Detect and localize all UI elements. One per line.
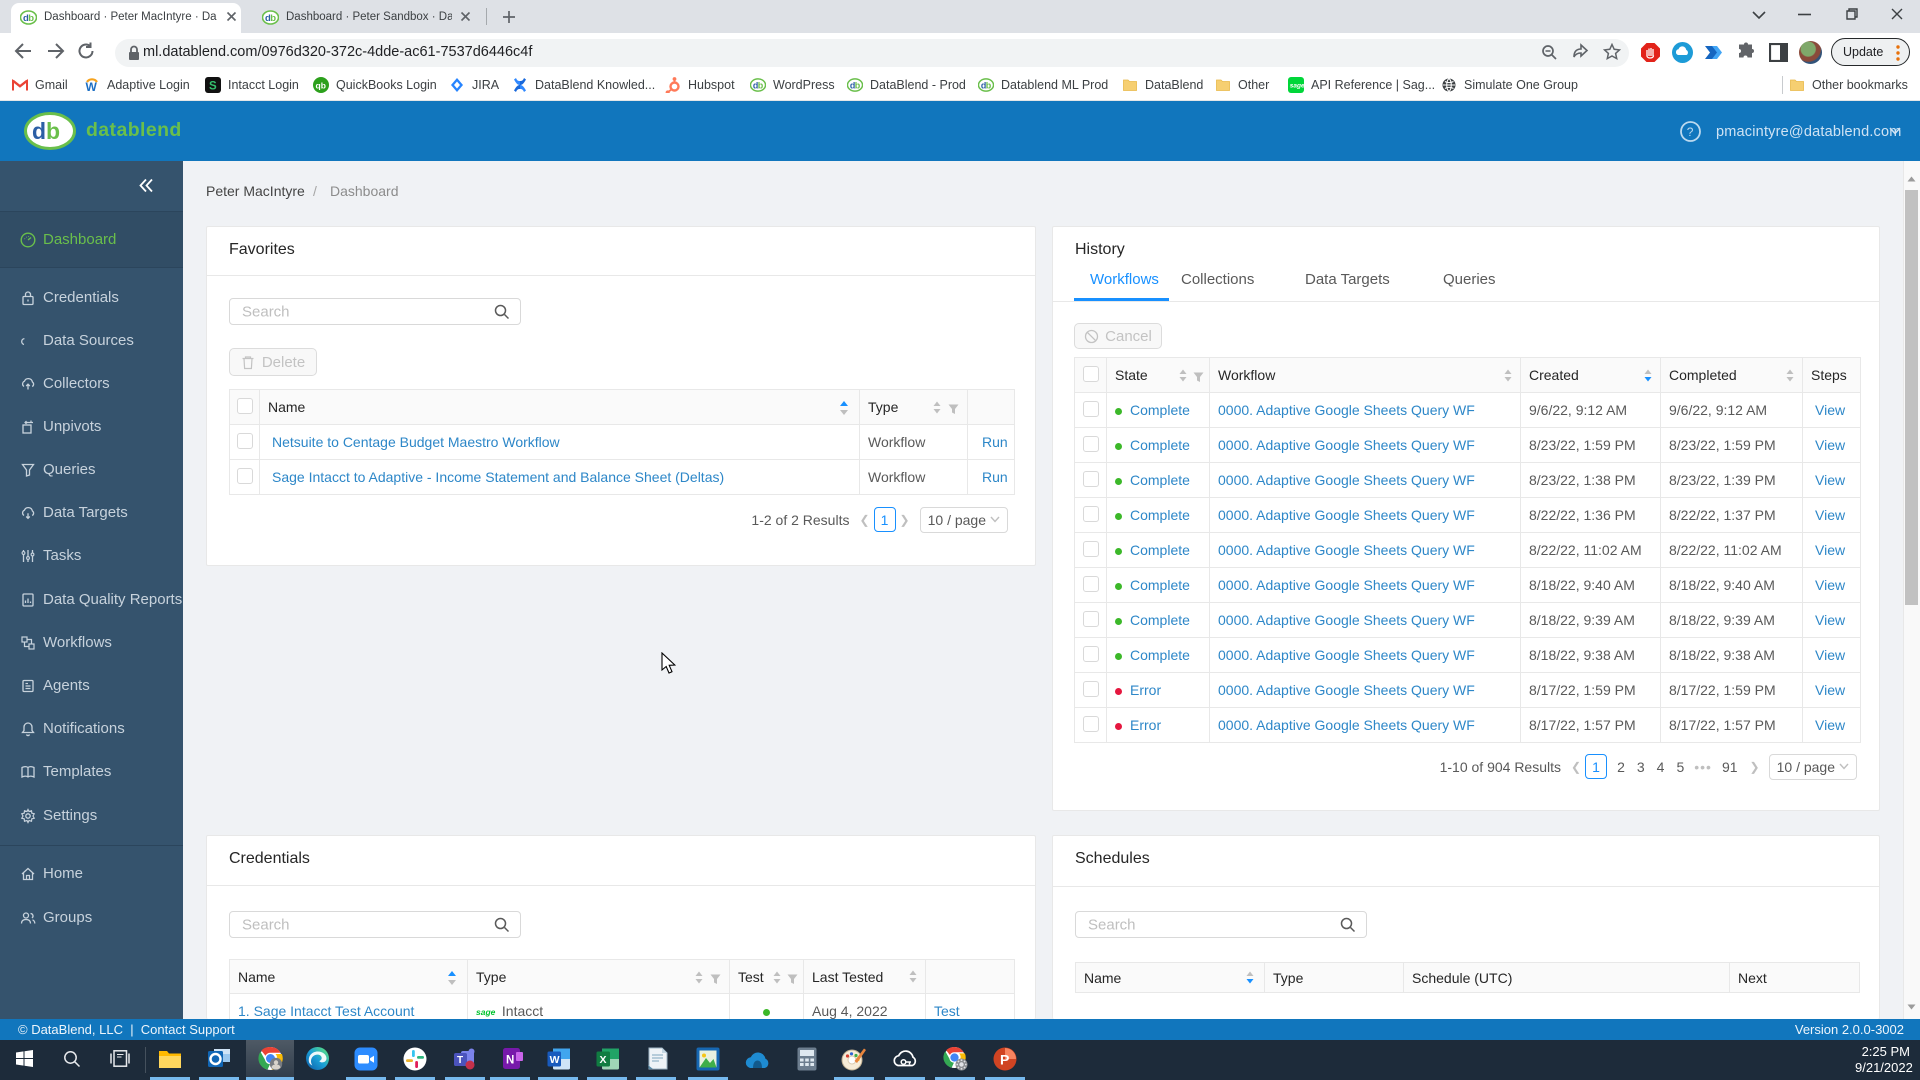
svg-text:W: W (550, 1053, 560, 1065)
svg-text:T: T (457, 1055, 463, 1066)
svg-text:sage: sage (1290, 83, 1304, 90)
svg-text:b: b (758, 80, 764, 90)
svg-text:X: X (600, 1053, 607, 1065)
svg-text:W: W (86, 80, 98, 93)
svg-text:b: b (270, 13, 276, 24)
svg-text:N: N (506, 1055, 514, 1067)
svg-text:d: d (32, 118, 46, 144)
svg-text:S: S (209, 81, 217, 93)
svg-text:qb: qb (316, 81, 326, 91)
svg-text:P: P (1000, 1051, 1009, 1067)
svg-text:?: ? (1687, 125, 1694, 139)
svg-text:b: b (986, 80, 992, 90)
svg-text:b: b (46, 118, 60, 144)
svg-text:b: b (855, 80, 861, 90)
svg-text:b: b (28, 13, 34, 24)
svg-text:sage: sage (476, 1007, 496, 1017)
